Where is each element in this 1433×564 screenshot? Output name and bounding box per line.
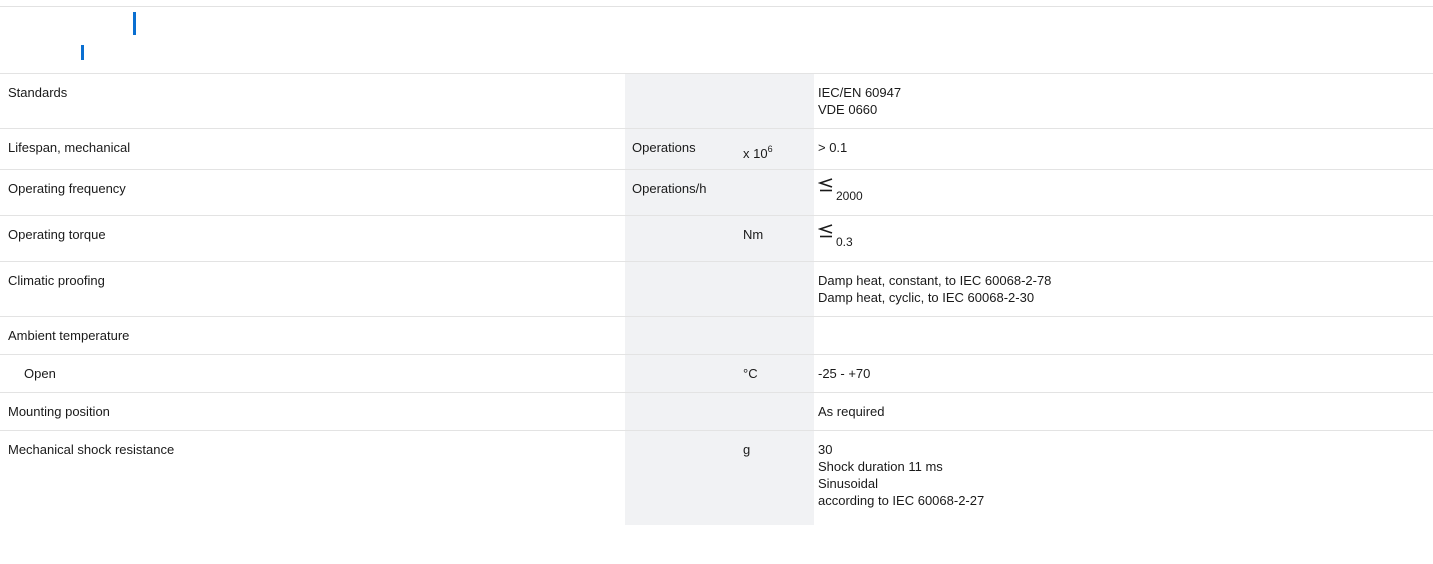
table-row: Open °C -25 - +70 [0, 354, 1433, 393]
multiplier-exponent: 6 [767, 144, 773, 154]
row-label: Open [24, 366, 56, 382]
row-multiplier: °C [743, 366, 758, 382]
row-label: Mechanical shock resistance [8, 442, 175, 458]
row-value: Damp heat, constant, to IEC 60068-2-78 [818, 273, 1052, 289]
row-label: Lifespan, mechanical [8, 140, 131, 155]
table-row: Ambient temperature [0, 316, 1433, 355]
row-multiplier: g [743, 442, 751, 458]
row-label: Standards [8, 85, 68, 100]
subsection-marker-bar [81, 45, 84, 60]
less-than-or-equal-icon [818, 224, 833, 238]
table-row: Mounting position As required [0, 392, 1433, 431]
table-row: Operating torque Nm 0.3 [0, 215, 1433, 262]
row-value: 2000 [836, 189, 863, 204]
row-label: Operating frequency [8, 181, 126, 197]
row-value: Sinusoidal [818, 476, 878, 492]
row-unit: Operations/h [632, 181, 707, 197]
table-row: Mechanical shock resistance g 30 Shock d… [0, 430, 1433, 525]
technical-data-table: Standards IEC/EN 60947 VDE 0660 Lifespan… [0, 73, 1433, 525]
row-value: IEC/EN 60947 [818, 85, 902, 100]
row-label: Mounting position [8, 404, 110, 420]
table-row: Climatic proofing Damp heat, constant, t… [0, 261, 1433, 317]
less-than-or-equal-icon [818, 178, 833, 192]
table-row: Standards IEC/EN 60947 VDE 0660 [0, 73, 1433, 129]
row-multiplier: Nm [743, 227, 764, 243]
row-unit: Operations [632, 140, 696, 155]
row-value: 0.3 [836, 235, 853, 250]
row-value: according to IEC 60068-2-27 [818, 493, 985, 509]
row-value: > 0.1 [818, 140, 848, 155]
row-value: Shock duration 11 ms [818, 459, 943, 475]
row-value: 30 [818, 442, 833, 458]
row-value: VDE 0660 [818, 102, 878, 117]
row-value: Damp heat, cyclic, to IEC 60068-2-30 [818, 290, 1035, 306]
row-multiplier: x 106 [743, 144, 773, 162]
table-row: Lifespan, mechanical Operations x 106 > … [0, 127, 1433, 170]
row-value: -25 - +70 [818, 366, 871, 382]
row-value: As required [818, 404, 885, 420]
top-divider [0, 6, 1433, 7]
row-label: Operating torque [8, 227, 106, 243]
section-marker-bar [133, 12, 136, 35]
row-label: Climatic proofing [8, 273, 105, 289]
table-row: Operating frequency Operations/h 2000 [0, 169, 1433, 216]
row-label: Ambient temperature [8, 328, 130, 344]
